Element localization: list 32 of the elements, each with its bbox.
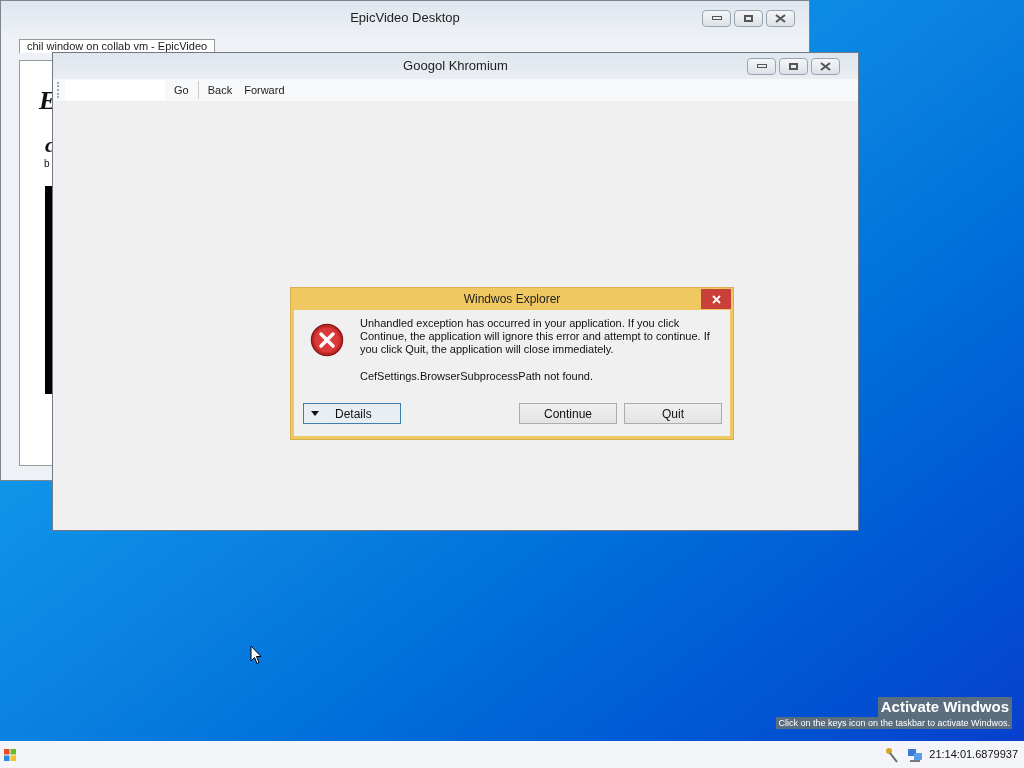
dialog-button[interactable]: Continue <box>519 403 617 424</box>
dialog-button[interactable]: Quit <box>624 403 722 424</box>
tab-label[interactable]: chil window on collab vm - EpicVideo <box>19 39 216 53</box>
close-button[interactable] <box>811 57 840 75</box>
network-icon[interactable] <box>907 746 924 763</box>
window-title: Googol Khromium <box>403 57 508 76</box>
close-button[interactable] <box>701 289 731 309</box>
close-icon <box>775 13 786 23</box>
toolbar-button[interactable]: Go <box>171 80 192 100</box>
error-message: Unhandled exception has occurred in your application. If you click Continue, the application will ignore this error and attempt to continue. If you click Quit, the application will close immediately. <box>360 317 711 356</box>
keys-icon[interactable] <box>885 746 900 763</box>
maximize-button[interactable] <box>779 57 808 75</box>
maximize-button[interactable] <box>734 9 763 27</box>
page-text: b <box>44 157 50 171</box>
window-title: EpicVideo Desktop <box>350 9 460 28</box>
clock[interactable]: 21:14:01.6879937 <box>929 746 1018 763</box>
activation-title: Activate Windwos <box>877 697 1012 717</box>
close-icon <box>820 61 831 71</box>
minimize-button[interactable] <box>702 9 731 27</box>
start-button-icon[interactable] <box>4 748 16 761</box>
mouse-pointer-icon <box>250 645 262 665</box>
close-icon <box>711 294 721 304</box>
toolbar-button[interactable]: Back <box>204 80 236 100</box>
minimize-button[interactable] <box>747 57 776 75</box>
error-icon <box>310 323 344 357</box>
details-button[interactable]: Details <box>303 403 401 424</box>
close-button[interactable] <box>766 9 795 27</box>
caret-icon <box>311 411 319 416</box>
activation-message: Click on the keys icon on the taskbar to activate Windwos. <box>776 717 1012 729</box>
dialog-title: Windwos Explorer <box>463 291 561 308</box>
error-detail: CefSettings.BrowserSubprocessPath not found. <box>360 369 593 384</box>
toolbar-button[interactable]: Forward <box>241 80 288 100</box>
